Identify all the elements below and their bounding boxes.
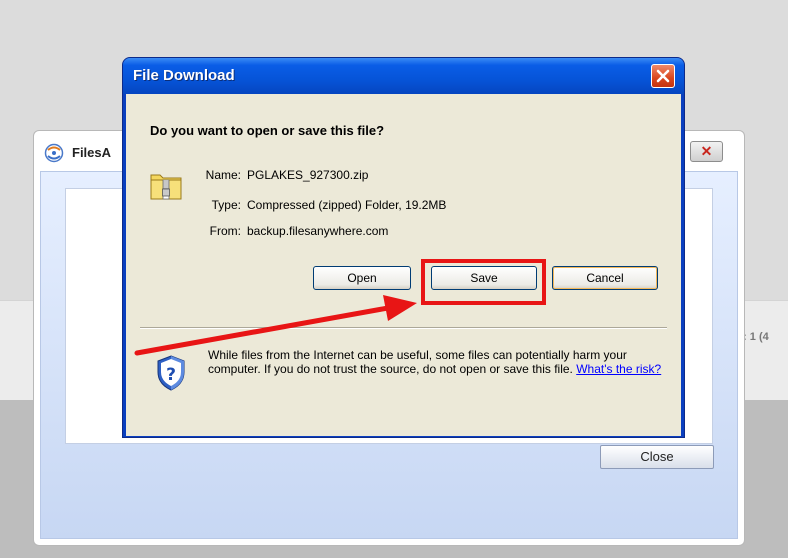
- save-highlight-box: [421, 259, 546, 305]
- zip-folder-icon: [150, 174, 182, 200]
- file-name-label: Name:: [205, 168, 241, 182]
- dialog-question: Do you want to open or save this file?: [150, 123, 385, 138]
- open-button[interactable]: Open: [313, 266, 411, 290]
- dialog-title: File Download: [133, 67, 235, 84]
- file-name-row: Name: PGLAKES_927300.zip: [186, 168, 369, 182]
- dialog-separator: [140, 327, 667, 329]
- file-type-value: Compressed (zipped) Folder, 19.2MB: [247, 198, 447, 212]
- security-warning-text: While files from the Internet can be use…: [208, 348, 627, 376]
- filesanywhere-title: FilesA: [72, 145, 112, 160]
- file-download-dialog: File Download Do you want to open or sav…: [122, 57, 685, 438]
- file-type-row: Type: Compressed (zipped) Folder, 19.2MB: [186, 198, 447, 212]
- file-from-label: From:: [209, 224, 241, 238]
- svg-text:?: ?: [166, 365, 176, 385]
- file-from-value: backup.filesanywhere.com: [247, 224, 389, 238]
- dialog-client-area: Do you want to open or save this file? N…: [126, 94, 681, 436]
- security-shield-icon: ?: [157, 355, 185, 391]
- file-type-label: Type:: [211, 198, 241, 212]
- dialog-titlebar: File Download: [123, 58, 684, 94]
- filesanywhere-close-button[interactable]: Close: [600, 445, 714, 469]
- file-name-value: PGLAKES_927300.zip: [247, 168, 369, 182]
- filesanywhere-logo-icon: [44, 143, 64, 163]
- dialog-close-button[interactable]: [651, 64, 675, 88]
- whats-the-risk-link[interactable]: What's the risk?: [576, 362, 661, 376]
- file-from-row: From: backup.filesanywhere.com: [186, 224, 389, 238]
- close-icon: [656, 69, 670, 83]
- cancel-button[interactable]: Cancel: [552, 266, 658, 290]
- filesanywhere-close-x-button[interactable]: ✕: [690, 141, 723, 162]
- security-warning: While files from the Internet can be use…: [208, 348, 668, 376]
